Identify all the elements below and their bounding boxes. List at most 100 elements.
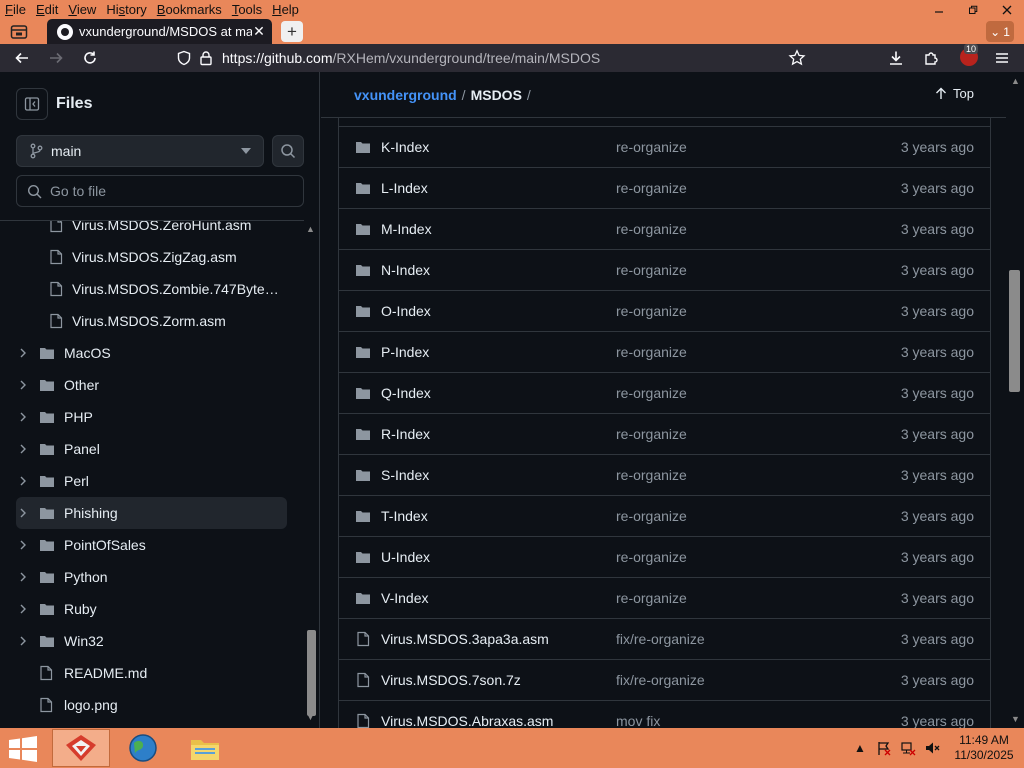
commit-message-link[interactable]: re-organize — [616, 426, 687, 442]
chevron-right-icon[interactable] — [18, 603, 28, 615]
file-name-link[interactable]: O-Index — [381, 303, 431, 319]
close-window-button[interactable] — [990, 0, 1024, 19]
menu-edit[interactable]: Edit — [31, 2, 63, 17]
app-menu-button[interactable] — [990, 47, 1014, 69]
commit-message-link[interactable]: re-organize — [616, 508, 687, 524]
tab-list-dropdown[interactable]: ⌄ 1 — [986, 21, 1014, 42]
menu-bookmarks[interactable]: Bookmarks — [152, 2, 227, 17]
file-name-link[interactable]: N-Index — [381, 262, 430, 278]
breadcrumb-repo-link[interactable]: vxunderground — [354, 87, 457, 103]
clock[interactable]: 11:49 AM 11/30/2025 — [944, 733, 1024, 763]
back-button[interactable] — [10, 47, 34, 69]
tree-folder-item[interactable]: Python — [0, 561, 304, 593]
chevron-right-icon[interactable] — [18, 379, 28, 391]
chevron-right-icon[interactable] — [18, 635, 28, 647]
table-row[interactable]: T-Index re-organize 3 years ago — [339, 495, 990, 536]
chevron-right-icon[interactable] — [18, 443, 28, 455]
tree-file-item[interactable]: Virus.MSDOS.ZeroHunt.asm — [0, 221, 304, 241]
collapse-sidebar-button[interactable] — [16, 88, 48, 120]
file-name-link[interactable]: P-Index — [381, 344, 429, 360]
downloads-button[interactable] — [884, 47, 908, 69]
commit-message-link[interactable]: fix/re-organize — [616, 672, 705, 688]
table-row[interactable]: V-Index re-organize 3 years ago — [339, 577, 990, 618]
action-center-flag-icon[interactable] — [872, 736, 896, 760]
commit-message-link[interactable]: re-organize — [616, 262, 687, 278]
tab-close-icon[interactable]: ✕ — [252, 23, 266, 40]
file-name-link[interactable]: M-Index — [381, 221, 432, 237]
menu-tools[interactable]: Tools — [227, 2, 267, 17]
new-tab-button[interactable]: + — [281, 21, 303, 42]
table-row[interactable]: Virus.MSDOS.Abraxas.asm mov fix 3 years ag… — [339, 700, 990, 728]
tree-folder-item[interactable]: Panel — [0, 433, 304, 465]
tab-active[interactable]: vxunderground/MSDOS at main ✕ — [47, 19, 272, 44]
tree-folder-item[interactable]: Other — [0, 369, 304, 401]
table-row[interactable]: O-Index re-organize 3 years ago — [339, 290, 990, 331]
commit-message-link[interactable]: re-organize — [616, 385, 687, 401]
commit-message-link[interactable]: re-organize — [616, 180, 687, 196]
bookmark-star-button[interactable] — [785, 47, 809, 69]
file-name-link[interactable]: Virus.MSDOS.7son.7z — [381, 672, 521, 688]
tree-file-item[interactable]: README.md — [0, 657, 304, 689]
taskbar-app-browser[interactable] — [114, 729, 172, 767]
table-row[interactable]: R-Index re-organize 3 years ago — [339, 413, 990, 454]
table-row[interactable]: N-Index re-organize 3 years ago — [339, 249, 990, 290]
chevron-right-icon[interactable] — [18, 411, 28, 423]
page-scroll-thumb[interactable] — [1009, 270, 1020, 392]
branch-selector[interactable]: main — [16, 135, 264, 167]
taskbar-app-firefox[interactable] — [52, 729, 110, 767]
extensions-button[interactable] — [919, 47, 943, 69]
file-name-link[interactable]: Virus.MSDOS.3apa3a.asm — [381, 631, 549, 647]
tree-folder-item[interactable]: Win32 — [0, 625, 304, 657]
volume-muted-icon[interactable] — [920, 736, 944, 760]
tree-folder-item[interactable]: Ruby — [0, 593, 304, 625]
file-name-link[interactable]: S-Index — [381, 467, 429, 483]
table-row[interactable]: Virus.MSDOS.3apa3a.asm fix/re-organize 3 y… — [339, 618, 990, 659]
file-name-link[interactable]: Virus.MSDOS.Abraxas.asm — [381, 713, 553, 728]
commit-message-link[interactable]: re-organize — [616, 303, 687, 319]
commit-message-link[interactable]: re-organize — [616, 467, 687, 483]
sidebar-scroll-thumb[interactable] — [307, 630, 316, 716]
table-row[interactable]: K-Index re-organize 3 years ago — [339, 126, 990, 167]
commit-message-link[interactable]: re-organize — [616, 590, 687, 606]
go-to-file-input[interactable] — [50, 183, 290, 199]
menu-file[interactable]: File — [0, 2, 31, 17]
menu-history[interactable]: History — [101, 2, 151, 17]
table-row[interactable]: Virus.MSDOS.7son.7z fix/re-organize 3 year… — [339, 659, 990, 700]
restore-button[interactable] — [956, 0, 990, 19]
menu-help[interactable]: Help — [267, 2, 304, 17]
scroll-up-icon[interactable]: ▲ — [306, 224, 315, 234]
start-button[interactable] — [8, 736, 38, 762]
file-name-link[interactable]: R-Index — [381, 426, 430, 442]
commit-message-link[interactable]: re-organize — [616, 549, 687, 565]
forward-button[interactable] — [44, 47, 68, 69]
url-bar[interactable]: https://github.com/RXHem/vxunderground/t… — [176, 46, 816, 70]
tree-file-item[interactable]: Virus.MSDOS.ZigZag.asm — [0, 241, 304, 273]
tree-file-item[interactable]: logo.png — [0, 689, 304, 721]
table-row[interactable]: U-Index re-organize 3 years ago — [339, 536, 990, 577]
commit-message-link[interactable]: re-organize — [616, 221, 687, 237]
firefox-view-button[interactable] — [8, 22, 30, 42]
chevron-right-icon[interactable] — [18, 539, 28, 551]
network-icon[interactable] — [896, 736, 920, 760]
menu-view[interactable]: View — [63, 2, 101, 17]
scroll-down-icon[interactable]: ▼ — [1011, 714, 1020, 724]
scroll-up-icon[interactable]: ▲ — [1011, 76, 1020, 86]
file-name-link[interactable]: U-Index — [381, 549, 430, 565]
file-name-link[interactable]: V-Index — [381, 590, 428, 606]
tree-folder-item[interactable]: MacOS — [0, 337, 304, 369]
table-row[interactable]: L-Index re-organize 3 years ago — [339, 167, 990, 208]
table-row[interactable]: P-Index re-organize 3 years ago — [339, 331, 990, 372]
file-name-link[interactable]: T-Index — [381, 508, 428, 524]
file-name-link[interactable]: Q-Index — [381, 385, 431, 401]
chevron-right-icon[interactable] — [18, 507, 28, 519]
tree-file-item[interactable]: Virus.MSDOS.Zorm.asm — [0, 305, 304, 337]
file-name-link[interactable]: K-Index — [381, 139, 429, 155]
tree-folder-item[interactable]: Perl — [0, 465, 304, 497]
reload-button[interactable] — [78, 47, 102, 69]
tree-folder-item[interactable]: Phishing — [16, 497, 287, 529]
tree-folder-item[interactable]: PHP — [0, 401, 304, 433]
table-row[interactable]: S-Index re-organize 3 years ago — [339, 454, 990, 495]
commit-message-link[interactable]: fix/re-organize — [616, 631, 705, 647]
minimize-button[interactable] — [922, 0, 956, 19]
table-row[interactable]: M-Index re-organize 3 years ago — [339, 208, 990, 249]
